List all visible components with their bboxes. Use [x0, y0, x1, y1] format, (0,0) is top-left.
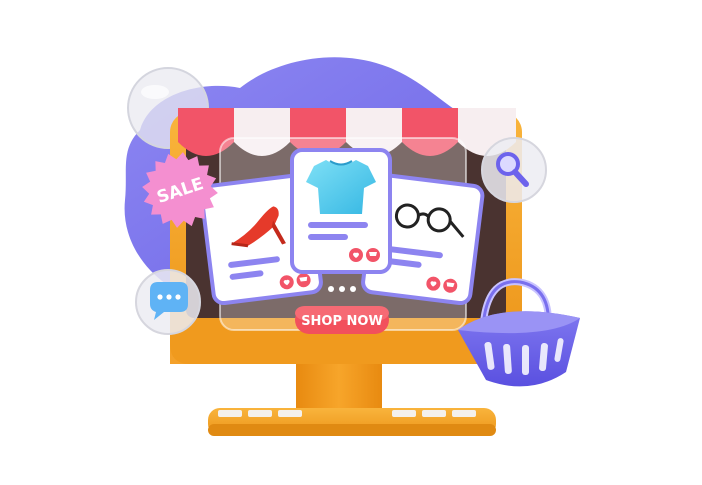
product-card-shirt[interactable] [290, 148, 392, 274]
carousel-dots[interactable] [328, 286, 356, 292]
chat-bubble[interactable] [135, 269, 201, 335]
heart-icon[interactable] [349, 248, 363, 262]
shop-now-button[interactable]: SHOP NOW [295, 306, 389, 334]
search-bubble[interactable] [481, 137, 547, 203]
cart-icon[interactable] [366, 248, 380, 262]
scene-svg: SHOP NOW SALE [124, 57, 580, 436]
ecommerce-illustration: SHOP NOW SALE [0, 0, 702, 485]
monitor-stand [208, 355, 496, 436]
shop-now-label: SHOP NOW [301, 314, 383, 329]
